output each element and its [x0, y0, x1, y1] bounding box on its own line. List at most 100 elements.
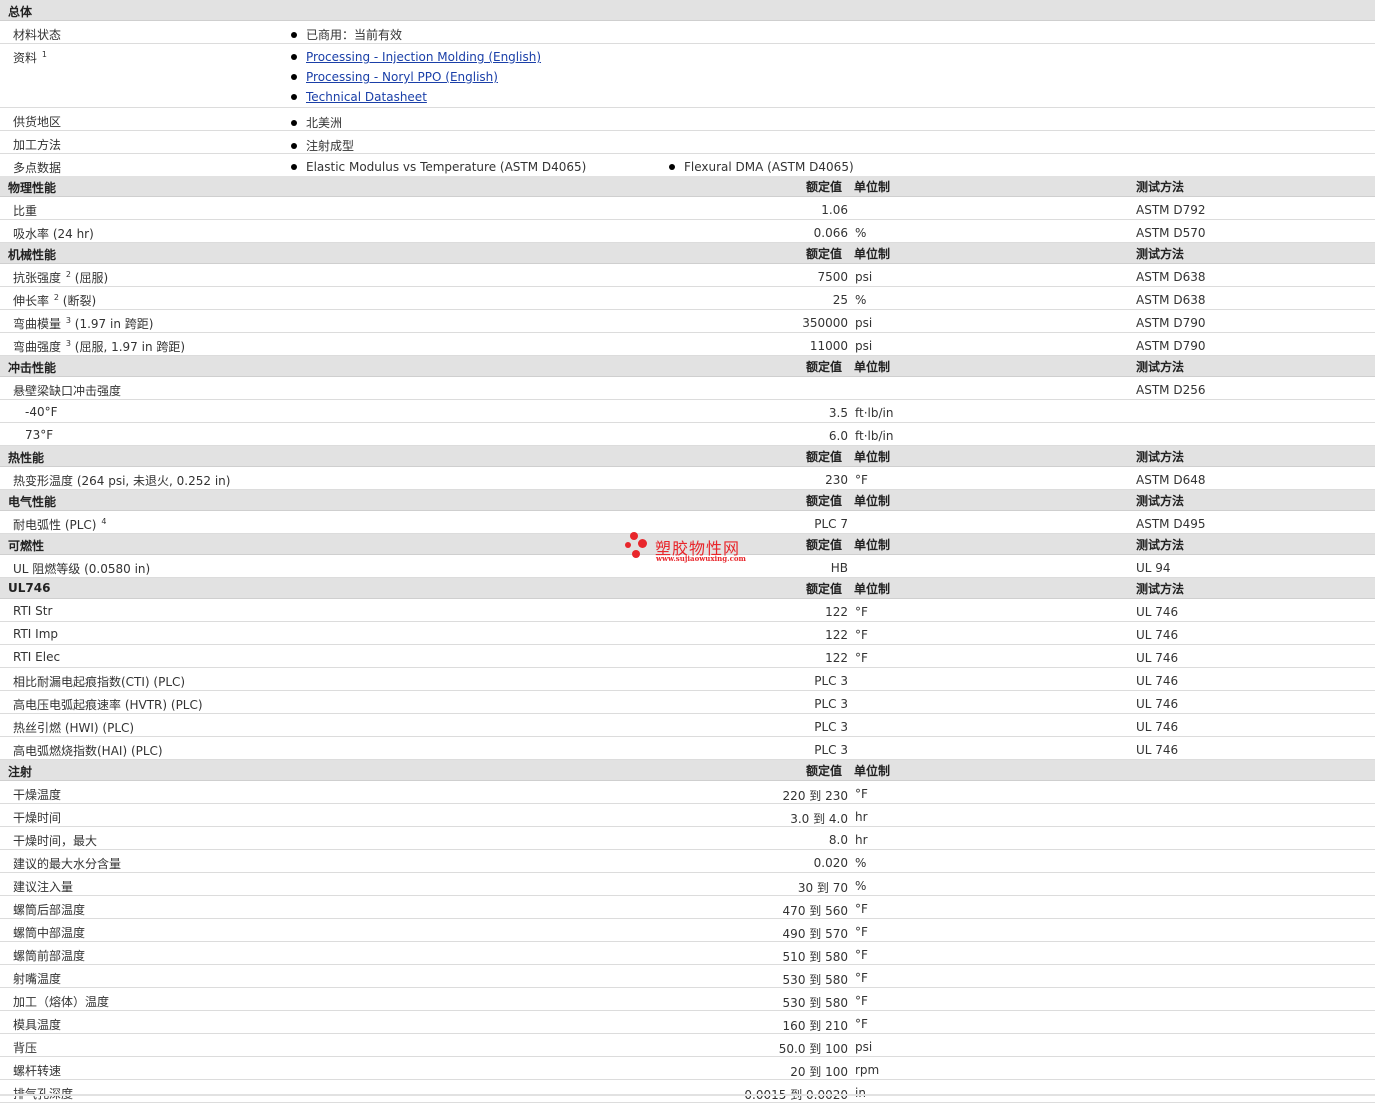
property-label: 吸水率 (24 hr) [13, 225, 94, 242]
property-row: RTI Elec 122 °F UL 746 [0, 645, 1375, 668]
property-label: 耐电弧性 (PLC) 4 [13, 516, 106, 533]
property-row: 热丝引燃 (HWI) (PLC) PLC 3 UL 746 [0, 714, 1375, 737]
property-unit: °F [855, 948, 868, 962]
property-value: PLC 3 [814, 743, 848, 757]
property-label: 射嘴温度 [13, 970, 61, 987]
label-text: 干燥温度 [13, 788, 62, 802]
property-unit: °F [855, 925, 868, 939]
property-row: 73°F 6.0 ft·lb/in [0, 423, 1375, 446]
property-row: 干燥时间 3.0 到 4.0 hr [0, 804, 1375, 827]
property-value: 230 [825, 473, 848, 487]
property-label: 弯曲强度 3 (屈服, 1.97 in 跨距) [13, 338, 185, 355]
section-header: 机械性能 额定值 单位制 测试方法 [0, 243, 1375, 264]
property-label: RTI Str [13, 604, 52, 618]
bullet-icon [291, 94, 297, 100]
doc-link-technical-datasheet[interactable]: Technical Datasheet [291, 90, 427, 104]
property-label: 螺杆转速 [13, 1062, 61, 1079]
property-label: 建议注入量 [13, 878, 73, 895]
doc-link-injection-molding[interactable]: Processing - Injection Molding (English) [291, 50, 541, 64]
bullet-icon [291, 120, 297, 126]
label-text: 热变形温度 (264 psi, 未退火, 0.252 in) [13, 474, 231, 488]
property-unit: psi [855, 1040, 873, 1054]
section-header: 注射 额定值 单位制 [0, 760, 1375, 781]
property-label: 螺筒中部温度 [13, 924, 85, 941]
property-value: 0.066 [813, 226, 848, 240]
property-label: 伸长率 2 (断裂) [13, 292, 96, 309]
property-unit: hr [855, 833, 868, 847]
unit-header: 单位制 [854, 360, 891, 374]
section-header: 热性能 额定值 单位制 测试方法 [0, 446, 1375, 467]
method-header: 测试方法 [1136, 450, 1185, 464]
property-label: 高电压电弧起痕速率 (HVTR) (PLC) [13, 696, 203, 713]
property-row: 热变形温度 (264 psi, 未退火, 0.252 in) 230 °F ASTM … [0, 467, 1375, 490]
property-row: 螺筒中部温度 490 到 570 °F [0, 919, 1375, 942]
status-value: 已商用：当前有效 [291, 26, 402, 43]
property-row: 排气孔深度0.0015 到 0.0020in [0, 1080, 1375, 1103]
property-unit: °F [855, 628, 868, 642]
label-text: 干燥时间，最大 [13, 834, 98, 848]
test-method: UL 746 [1136, 628, 1179, 642]
label-text: 干燥时间 [13, 811, 62, 825]
property-row: 螺筒前部温度 510 到 580 °F [0, 942, 1375, 965]
property-unit: % [855, 879, 867, 893]
property-unit: hr [855, 810, 868, 824]
property-unit: °F [855, 902, 868, 916]
property-label: 热变形温度 (264 psi, 未退火, 0.252 in) [13, 472, 230, 489]
method-header: 测试方法 [1136, 538, 1185, 552]
property-value: 6.0 [828, 429, 848, 443]
label-text: RTI Imp [13, 627, 58, 641]
method-header: 测试方法 [1136, 180, 1185, 194]
property-value: HB [830, 561, 848, 575]
test-method: ASTM D790 [1136, 316, 1206, 330]
row-process: 加工方法 注射成型 [0, 131, 1375, 154]
label-text: 建议注入量 [13, 880, 74, 894]
property-unit: % [855, 856, 867, 870]
property-label: 建议的最大水分含量 [13, 855, 121, 872]
footnote-ref: 2 [53, 293, 59, 302]
test-method: ASTM D648 [1136, 473, 1206, 487]
label-text: 背压 [13, 1041, 38, 1055]
section-header: 物理性能 额定值 单位制 测试方法 [0, 176, 1375, 197]
property-value: 510 到 580 [782, 950, 848, 964]
property-label: RTI Elec [13, 650, 60, 664]
unit-header: 单位制 [854, 180, 891, 194]
label-suffix: (屈服, 1.97 in 跨距) [74, 340, 186, 354]
region-value: 北美洲 [291, 114, 342, 131]
test-method: UL 746 [1136, 720, 1179, 734]
property-label: 模具温度 [13, 1016, 61, 1033]
label-text: 弯曲模量 [13, 317, 62, 331]
row-label: 材料状态 [13, 28, 62, 42]
property-value: PLC 3 [814, 697, 848, 711]
property-label: 干燥时间 [13, 809, 61, 826]
nominal-header: 额定值 [806, 538, 843, 552]
test-method: UL 746 [1136, 743, 1179, 757]
unit-header: 单位制 [854, 764, 891, 778]
property-row: 弯曲模量 3 (1.97 in 跨距) 350000 psi ASTM D790 [0, 310, 1375, 333]
property-value: 530 到 580 [782, 973, 848, 987]
label-suffix: (屈服) [74, 271, 109, 285]
logo-dot [632, 550, 640, 558]
property-value: 7500 [817, 270, 848, 284]
nominal-header: 额定值 [806, 180, 843, 194]
bottom-divider [0, 1094, 1375, 1096]
property-unit: psi [855, 339, 873, 353]
property-value: 25 [832, 293, 848, 307]
label-text: 抗张强度 [13, 271, 62, 285]
property-label: 加工（熔体）温度 [13, 993, 109, 1010]
property-value: 3.0 到 4.0 [790, 812, 848, 826]
footnote-ref: 3 [65, 339, 71, 348]
nominal-header: 额定值 [806, 494, 843, 508]
section-title: 总体 [8, 5, 33, 19]
property-value: 3.5 [828, 406, 848, 420]
property-row: 背压 50.0 到 100 psi [0, 1034, 1375, 1057]
doc-link-noryl-ppo[interactable]: Processing - Noryl PPO (English) [291, 70, 498, 84]
property-value: 122 [825, 605, 848, 619]
property-row: 加工（熔体）温度 530 到 580 °F [0, 988, 1375, 1011]
property-value: 20 到 100 [790, 1065, 848, 1079]
test-method: UL 746 [1136, 651, 1179, 665]
label-text: 高电压电弧起痕速率 (HVTR) (PLC) [13, 698, 203, 712]
unit-header: 单位制 [854, 538, 891, 552]
label-suffix: (断裂) [62, 294, 97, 308]
property-value: 11000 [809, 339, 848, 353]
property-unit: rpm [855, 1063, 880, 1077]
